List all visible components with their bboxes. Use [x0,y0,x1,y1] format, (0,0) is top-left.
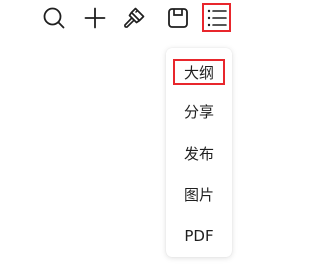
menu-item-image[interactable]: 图片 [166,179,232,209]
outline-menu-button[interactable] [202,3,231,32]
paint-brush-icon [122,6,146,30]
outline-list-icon [206,7,228,29]
plus-icon [83,6,107,30]
save-button[interactable] [164,4,192,32]
more-menu-dropdown: 大纲 分享 发布 图片 PDF [166,48,232,257]
menu-item-publish[interactable]: 发布 [166,138,232,168]
save-icon [166,6,190,30]
add-button[interactable] [81,4,109,32]
menu-item-share[interactable]: 分享 [166,96,232,126]
format-painter-button[interactable] [120,4,148,32]
menu-item-outline[interactable]: 大纲 [173,59,225,85]
menu-item-pdf[interactable]: PDF [166,221,232,251]
toolbar [0,0,240,36]
search-icon [42,6,66,30]
search-button[interactable] [40,4,68,32]
